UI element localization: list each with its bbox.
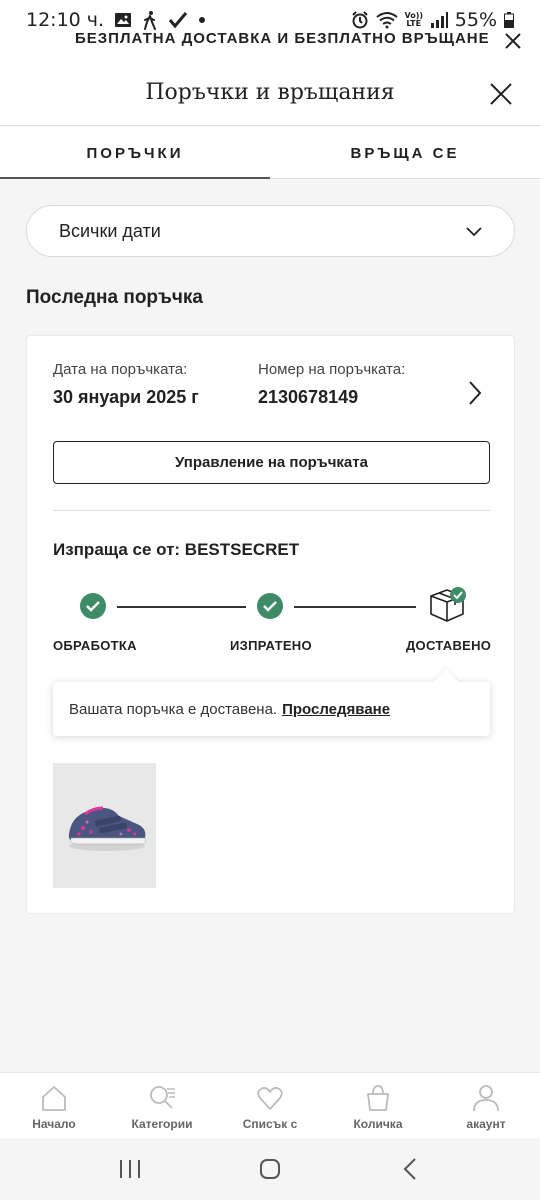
status-right: Vo)) LTE 55% xyxy=(351,9,514,31)
battery-percent: 55% xyxy=(454,9,497,31)
shipper-text: Изпраща се от: BESTSECRET xyxy=(53,540,300,559)
lte-icon: Vo)) LTE xyxy=(404,11,424,28)
nav-cart[interactable]: Количка xyxy=(324,1073,432,1138)
step-line-1 xyxy=(117,606,246,608)
date-filter-value: Всички дати xyxy=(59,220,161,241)
nav-wishlist[interactable]: Списък с xyxy=(216,1073,324,1138)
step-processing-check-icon xyxy=(80,593,106,619)
nav-categories[interactable]: Категории xyxy=(108,1073,216,1138)
nav-label-wishlist: Списък с xyxy=(242,1117,298,1131)
nav-label-categories: Категории xyxy=(131,1117,193,1131)
nav-label-cart: Количка xyxy=(353,1117,403,1131)
chevron-down-icon xyxy=(466,223,482,239)
promo-text: БЕЗПЛАТНА ДОСТАВКА И БЕЗПЛАТНО ВРЪЩАНЕ xyxy=(75,30,490,47)
delivery-status-text: Вашата поръчка е доставена. xyxy=(69,700,278,718)
order-date-label: Дата на поръчката: xyxy=(53,361,188,378)
tab-returns[interactable]: ВРЪЩА СЕ xyxy=(270,127,540,179)
page-header: Поръчки и връщания xyxy=(0,62,540,126)
search-list-icon xyxy=(150,1086,175,1109)
tab-bar: ПОРЪЧКИ ВРЪЩА СЕ xyxy=(0,127,540,179)
battery-icon xyxy=(504,12,514,28)
home-icon xyxy=(42,1086,66,1111)
delivery-status-tooltip: Вашата поръчка е доставена. Проследяване xyxy=(53,682,490,736)
order-number-label: Номер на поръчката: xyxy=(258,361,406,378)
dot-icon xyxy=(198,16,206,24)
check-icon xyxy=(168,11,188,29)
system-nav-bar xyxy=(0,1138,540,1200)
back-icon[interactable] xyxy=(390,1149,430,1189)
promo-banner: БЕЗПЛАТНА ДОСТАВКА И БЕЗПЛАТНО ВРЪЩАНЕ xyxy=(0,30,540,62)
bag-icon xyxy=(367,1085,389,1111)
order-date-value: 30 януари 2025 г xyxy=(53,387,199,407)
step-line-2 xyxy=(294,606,416,608)
status-left: 12:10 ч. xyxy=(26,9,206,31)
recent-apps-icon[interactable] xyxy=(110,1149,150,1189)
nav-account[interactable]: акаунт xyxy=(432,1073,540,1138)
tab-orders[interactable]: ПОРЪЧКИ xyxy=(0,127,270,179)
alarm-icon xyxy=(351,11,369,29)
shoe-image xyxy=(68,806,146,851)
user-icon xyxy=(473,1085,499,1112)
step-label-shipped: ИЗПРАТЕНО xyxy=(230,638,312,653)
tab-divider xyxy=(270,178,540,179)
walking-icon xyxy=(142,10,158,30)
nav-label-account: акаунт xyxy=(466,1117,506,1131)
step-shipped-check-icon xyxy=(257,593,283,619)
bottom-nav: Начало Категории Списък с Количка акаунт xyxy=(0,1072,540,1138)
track-order-link[interactable]: Проследяване xyxy=(282,701,390,718)
manage-order-button[interactable]: Управление на поръчката xyxy=(53,441,490,484)
nav-label-home: Начало xyxy=(32,1117,76,1131)
step-label-delivered: ДОСТАВЕНО xyxy=(406,638,492,653)
order-card: Дата на поръчката: 30 януари 2025 г Номе… xyxy=(26,335,515,914)
signal-icon xyxy=(430,12,448,28)
step-label-processing: ОБРАБОТКА xyxy=(53,638,137,653)
product-thumbnail[interactable] xyxy=(53,763,156,888)
section-title: Последна поръчка xyxy=(26,287,203,308)
nav-home[interactable]: Начало xyxy=(0,1073,108,1138)
image-icon xyxy=(114,11,132,29)
page-title: Поръчки и връщания xyxy=(145,80,395,105)
status-time: 12:10 ч. xyxy=(26,9,105,31)
card-divider xyxy=(53,510,490,511)
close-icon[interactable] xyxy=(489,82,513,106)
promo-close-icon[interactable] xyxy=(504,32,522,50)
date-filter-dropdown[interactable]: Всички дати xyxy=(26,205,515,257)
delivered-box-icon xyxy=(427,584,471,624)
wifi-icon xyxy=(376,11,398,29)
heart-icon xyxy=(257,1087,283,1110)
home-button-icon[interactable] xyxy=(250,1149,290,1189)
chevron-right-icon[interactable] xyxy=(466,380,484,406)
order-number-value: 2130678149 xyxy=(258,387,359,407)
